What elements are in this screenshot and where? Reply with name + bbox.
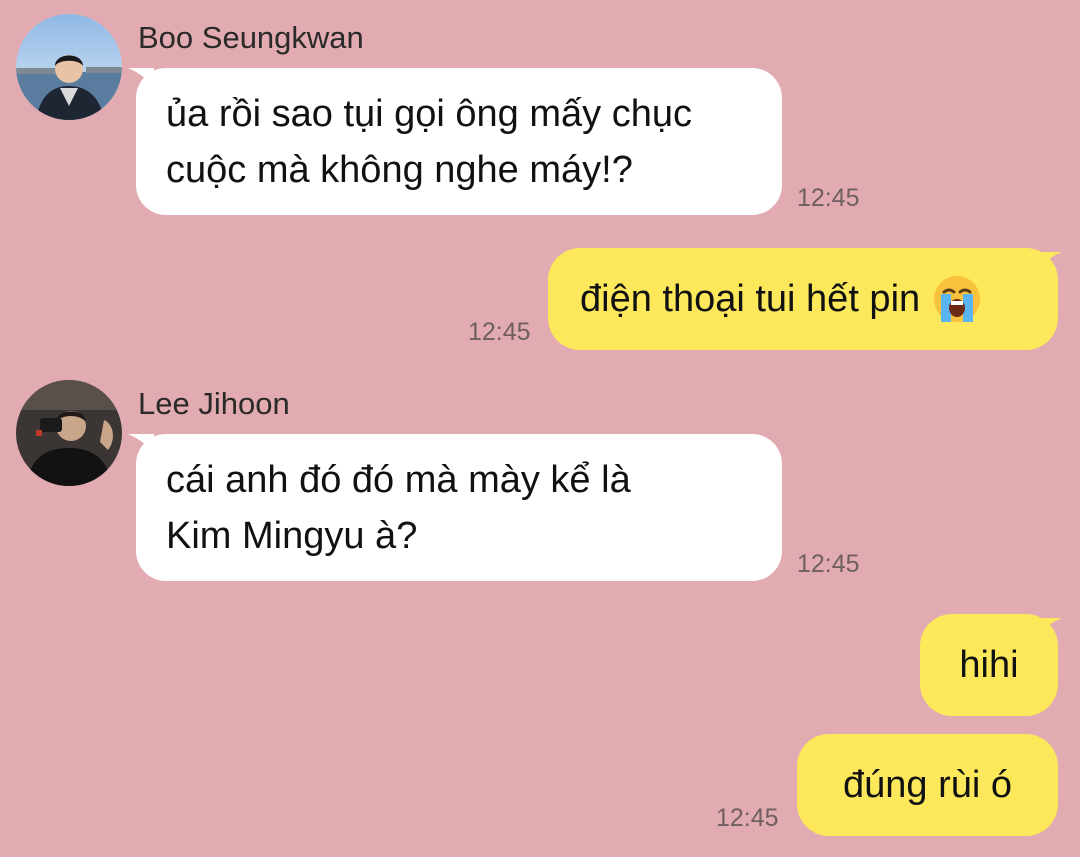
bubble-tail-icon bbox=[1036, 618, 1062, 638]
message-timestamp: 12:45 bbox=[797, 184, 860, 212]
avatar-boo-seungkwan[interactable] bbox=[16, 14, 122, 120]
message-text-line: Kim Mingyu à? bbox=[166, 515, 418, 557]
message-timestamp: 12:45 bbox=[797, 550, 860, 578]
message-text-line: cái anh đó đó mà mày kể là bbox=[166, 459, 631, 501]
message-timestamp: 12:45 bbox=[468, 318, 531, 346]
avatar-photo-icon bbox=[16, 380, 122, 486]
avatar-photo-icon bbox=[16, 14, 122, 120]
message-timestamp: 12:45 bbox=[716, 804, 779, 832]
outgoing-message-bubble[interactable]: đúng rùi ó bbox=[797, 734, 1058, 836]
avatar-lee-jihoon[interactable] bbox=[16, 380, 122, 486]
outgoing-message-bubble[interactable]: điện thoại tui hết pin bbox=[548, 248, 1058, 350]
sender-name: Lee Jihoon bbox=[138, 386, 290, 421]
message-text: điện thoại tui hết pin bbox=[580, 278, 921, 320]
message-text: hihi bbox=[959, 644, 1019, 686]
message-text-line: ủa rồi sao tụi gọi ông mấy chục bbox=[166, 93, 692, 135]
message-text: đúng rùi ó bbox=[842, 764, 1012, 806]
incoming-message-bubble[interactable]: ủa rồi sao tụi gọi ông mấy chục cuộc mà … bbox=[136, 68, 782, 215]
sender-name: Boo Seungkwan bbox=[138, 20, 364, 55]
incoming-message-bubble[interactable]: cái anh đó đó mà mày kể là Kim Mingyu à? bbox=[136, 434, 782, 581]
bubble-tail-icon bbox=[1036, 252, 1062, 272]
loudly-crying-face-icon bbox=[932, 274, 982, 324]
message-text-line: cuộc mà không nghe máy!? bbox=[166, 149, 633, 191]
